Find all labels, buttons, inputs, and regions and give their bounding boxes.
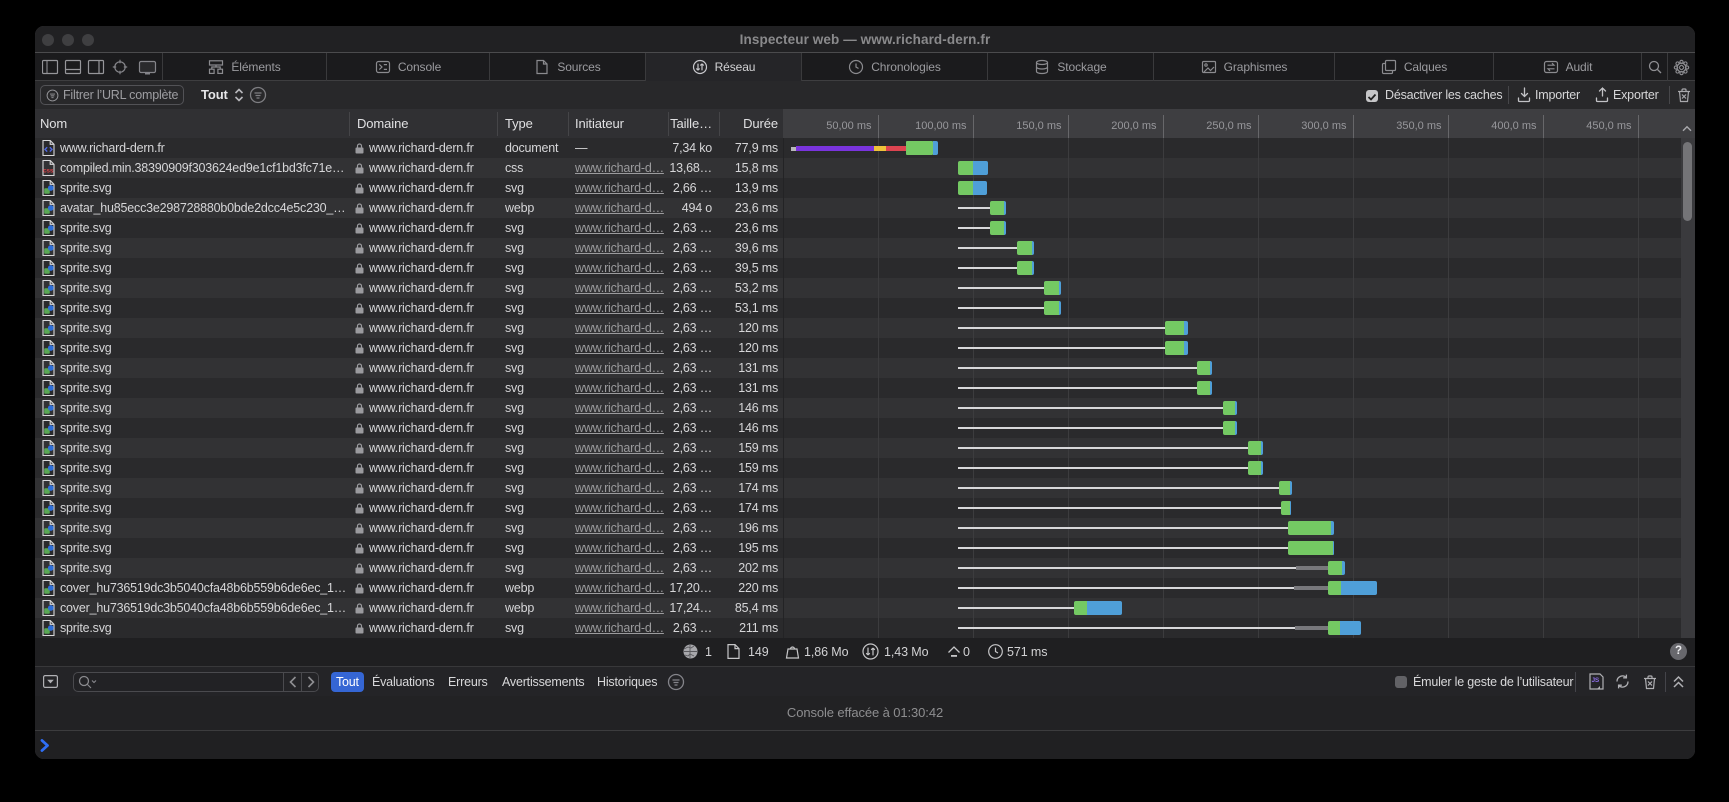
svg-text:css: css xyxy=(43,167,54,174)
svg-text:JS: JS xyxy=(1592,677,1600,684)
